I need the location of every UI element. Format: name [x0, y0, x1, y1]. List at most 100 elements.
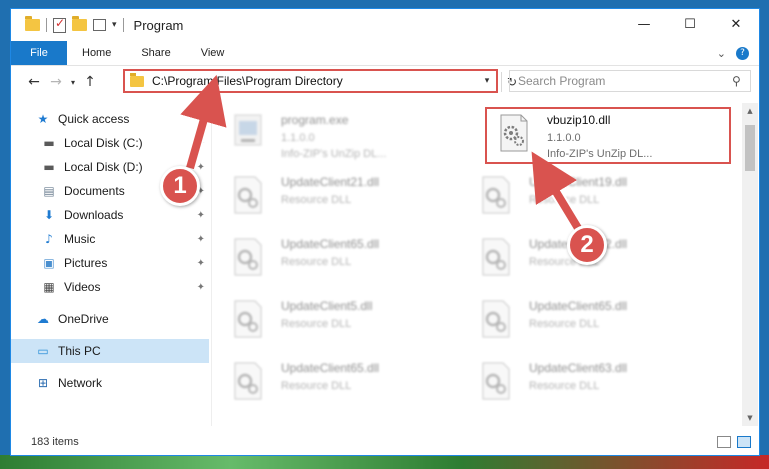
file-version: 1.1.0.0 [281, 132, 315, 144]
vertical-scrollbar[interactable]: ▲ ▼ [742, 103, 758, 426]
tab-home[interactable]: Home [67, 41, 126, 65]
tab-share[interactable]: Share [126, 41, 185, 65]
file-name: UpdateClient5.dll [281, 299, 373, 313]
pin-icon[interactable]: ✦ [197, 138, 205, 149]
ribbon-tab-bar: File Home Share View ⌄ ? [11, 41, 759, 66]
scroll-thumb[interactable] [745, 125, 755, 171]
file-name: UpdateClient63.dll [529, 361, 628, 375]
folder-icon [130, 72, 144, 87]
new-folder-icon[interactable] [72, 16, 87, 31]
drive-icon: ▬ [43, 136, 55, 150]
address-path[interactable]: C:\Program Files\Program Directory [152, 74, 478, 88]
sidebar-item-network[interactable]: ⊞ Network [35, 371, 209, 395]
folder-icon [25, 16, 40, 31]
minimize-button[interactable]: — [621, 9, 667, 39]
pin-icon[interactable]: ✦ [197, 282, 205, 293]
sidebar-item-local-disk-c[interactable]: ▬ Local Disk (C:) ✦ [41, 131, 209, 155]
file-item[interactable]: program.exe 1.1.0.0 Info-ZIP's UnZip DL.… [221, 107, 461, 165]
tab-file[interactable]: File [11, 41, 67, 65]
download-icon: ⬇ [43, 208, 55, 222]
chevron-down-icon[interactable]: ▾ [112, 20, 117, 30]
dll-file-icon [234, 238, 262, 276]
file-item[interactable]: UpdateClient21.dll Resource DLL [221, 169, 461, 227]
details-view-button[interactable] [717, 436, 731, 448]
view-switcher [717, 436, 751, 448]
sidebar-item-label: OneDrive [58, 312, 109, 326]
sidebar-item-label: Downloads [64, 208, 124, 222]
computer-icon: ▭ [37, 344, 49, 358]
desktop-background [0, 455, 769, 469]
file-item[interactable]: UpdateClient65.dll Resource DLL [469, 293, 709, 351]
scroll-up-button[interactable]: ▲ [742, 103, 758, 119]
pictures-icon: ▣ [43, 256, 55, 270]
dll-file-icon [234, 362, 262, 400]
address-bar[interactable]: C:\Program Files\Program Directory ▾ [123, 69, 498, 93]
sidebar-item-label: This PC [58, 344, 101, 358]
file-item[interactable]: UpdateClient19.dll Resource DLL [469, 169, 709, 227]
search-input[interactable]: Search Program [518, 74, 732, 88]
status-bar: 183 items [11, 429, 759, 455]
back-button[interactable]: ← [23, 74, 45, 90]
file-description: Resource DLL [281, 318, 352, 330]
file-description: Resource DLL [529, 380, 600, 392]
forward-button[interactable]: → [45, 74, 67, 90]
toolbar-divider [122, 18, 124, 32]
window-title: Program [133, 17, 184, 33]
properties-icon[interactable] [53, 16, 66, 33]
file-item[interactable]: UpdateClient5.dll Resource DLL [221, 293, 461, 351]
file-item[interactable]: UpdateClient63.dll Resource DLL [469, 355, 709, 413]
dll-file-icon [482, 238, 510, 276]
up-button[interactable]: ↑ [79, 74, 101, 90]
file-name: UpdateClient65.dll [281, 361, 380, 375]
annotation-marker-1: 1 [160, 166, 200, 206]
pin-icon[interactable]: ✦ [197, 234, 205, 245]
file-item[interactable]: UpdateClient65.dll Resource DLL [221, 355, 461, 413]
tiles-view-button[interactable] [737, 436, 751, 448]
file-name: UpdateClient65.dll [529, 299, 628, 313]
file-name: UpdateClient21.dll [281, 175, 380, 189]
sidebar-item-this-pc[interactable]: ▭ This PC [11, 339, 209, 363]
sidebar-item-label: Documents [64, 184, 125, 198]
expand-ribbon-icon[interactable]: ⌄ [717, 47, 726, 60]
pin-icon[interactable]: ✦ [197, 258, 205, 269]
documents-icon: ▤ [43, 184, 55, 198]
scroll-down-button[interactable]: ▼ [742, 410, 758, 426]
file-name: UpdateClient65.dll [281, 237, 380, 251]
sidebar-item-music[interactable]: ♪ Music ✦ [41, 227, 209, 251]
pin-icon[interactable]: ✦ [197, 162, 205, 173]
tab-view[interactable]: View [186, 41, 240, 65]
file-description: Info-ZIP's UnZip DL... [281, 148, 387, 160]
sidebar-item-onedrive[interactable]: ☁ OneDrive [35, 307, 209, 331]
dll-file-icon [482, 176, 510, 214]
help-icon[interactable]: ? [736, 46, 749, 60]
annotation-marker-2: 2 [567, 225, 607, 265]
network-icon: ⊞ [37, 376, 49, 390]
sidebar-item-videos[interactable]: ▦ Videos ✦ [41, 275, 209, 299]
file-description: Resource DLL [529, 194, 600, 206]
dll-file-icon [234, 300, 262, 338]
sidebar-item-label: Local Disk (C:) [64, 136, 143, 150]
file-explorer-window: ▾ Program — ☐ ✕ File Home Share View ⌄ ?… [10, 8, 760, 456]
sidebar-item-downloads[interactable]: ⬇ Downloads ✦ [41, 203, 209, 227]
sidebar-item-quick-access[interactable]: ★ Quick access [35, 107, 209, 131]
customize-toolbar-icon[interactable] [93, 19, 106, 31]
recent-locations-button[interactable]: ▾ [67, 78, 79, 87]
search-icon[interactable]: ⚲ [732, 74, 750, 88]
pin-icon[interactable]: ✦ [197, 210, 205, 221]
ribbon-right-controls: ⌄ ? [717, 41, 759, 65]
exe-file-icon [234, 114, 262, 146]
close-button[interactable]: ✕ [713, 9, 759, 39]
search-box[interactable]: Search Program ⚲ [509, 70, 751, 92]
star-icon: ★ [37, 112, 49, 126]
sidebar-item-pictures[interactable]: ▣ Pictures ✦ [41, 251, 209, 275]
sidebar-item-label: Music [64, 232, 96, 246]
music-icon: ♪ [45, 232, 53, 246]
file-item[interactable]: UpdateClient65.dll Resource DLL [221, 231, 461, 289]
sidebar-item-label: Pictures [64, 256, 108, 270]
maximize-button[interactable]: ☐ [667, 9, 713, 39]
file-name: program.exe [281, 113, 349, 127]
toolbar-divider [46, 18, 47, 32]
file-description: Resource DLL [281, 194, 352, 206]
chevron-down-icon[interactable]: ▾ [478, 76, 496, 86]
dll-file-icon [482, 362, 510, 400]
